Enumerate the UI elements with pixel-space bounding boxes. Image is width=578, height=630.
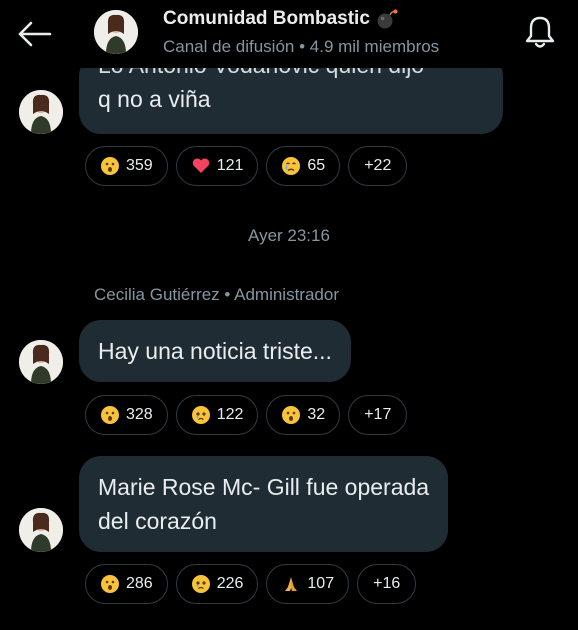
praying-hands-icon [285,577,298,591]
reaction-more-count: +17 [364,406,392,423]
more-reactions-pill[interactable]: +17 [348,395,408,435]
sad-face-icon [191,406,210,424]
reactions-row: 359 121 65 +22 [85,146,408,186]
surprised-face-icon [282,406,301,424]
reaction-pill[interactable]: 121 [175,146,259,186]
reaction-pill[interactable]: 65 [266,146,341,186]
sender-avatar[interactable] [19,90,63,134]
channel-header: Comunidad Bombastic Canal de difusión • … [0,0,578,68]
reaction-pill[interactable]: 107 [266,564,350,604]
bomb-icon [377,9,398,29]
date-separator: Ayer 23:16 [248,226,330,245]
crying-face-icon [282,157,301,175]
message-text: q no a viña [98,86,211,112]
sender-avatar[interactable] [19,340,63,384]
reaction-pill[interactable]: 32 [266,395,341,435]
surprised-face-icon [101,406,119,424]
arrow-left-icon [18,21,52,47]
message-text: Hay una noticia triste... [98,338,332,364]
reaction-count: 107 [307,575,335,592]
reaction-count: 122 [216,406,244,423]
channel-title[interactable]: Comunidad Bombastic [163,8,398,30]
reaction-pill[interactable]: 328 [85,395,168,435]
surprised-face-icon [101,157,119,175]
message-text-line: Marie Rose Mc- Gill fue operada [98,474,430,500]
channel-name: Comunidad Bombastic [163,8,370,29]
heart-icon [192,158,209,173]
notifications-button[interactable] [522,12,558,52]
message-bubble[interactable]: Hay una noticia triste... [79,320,351,382]
reaction-count: 32 [307,406,326,423]
message-feed[interactable]: Lo Antonio Vodanovic quien dijo q no a v… [0,0,578,630]
reaction-count: 359 [126,157,153,174]
reaction-pill[interactable]: 122 [175,395,259,435]
more-reactions-pill[interactable]: +16 [357,564,417,604]
channel-subtitle: Canal de difusión • 4.9 mil miembros [163,37,440,56]
reaction-pill[interactable]: 226 [175,564,259,604]
back-button[interactable] [14,16,54,52]
reaction-count: 226 [216,575,244,592]
reaction-count: 121 [216,157,244,174]
reactions-row: 286 226 107 +16 [85,564,417,604]
channel-avatar[interactable] [94,10,138,54]
more-reactions-pill[interactable]: +22 [348,146,408,186]
reaction-count: 65 [307,157,326,174]
sad-face-icon [191,575,210,593]
reaction-count: 328 [126,406,153,423]
reactions-row: 328 122 32 +17 [85,395,408,435]
reaction-more-count: +22 [364,157,392,174]
sender-name: Cecilia Gutiérrez • Administrador [94,285,339,304]
message-text-line: del corazón [98,508,217,534]
sender-avatar[interactable] [19,508,63,552]
reaction-pill[interactable]: 359 [85,146,168,186]
message-bubble[interactable]: Marie Rose Mc- Gill fue operada del cora… [79,456,449,552]
reaction-more-count: +16 [373,575,401,592]
reaction-count: 286 [126,575,153,592]
surprised-face-icon [101,575,119,593]
bell-icon [525,16,555,48]
reaction-pill[interactable]: 286 [85,564,168,604]
